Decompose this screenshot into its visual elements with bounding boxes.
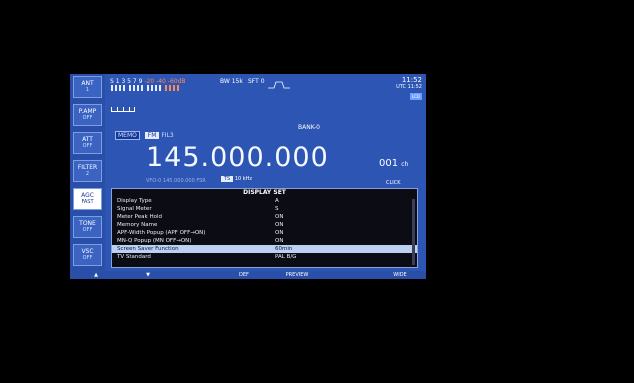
local-time: 11:52 bbox=[401, 76, 422, 84]
mode-indicator: FM bbox=[144, 132, 160, 139]
button-value: 2 bbox=[85, 171, 90, 177]
row-name: MN-Q Popup (MN OFF→ON) bbox=[117, 238, 192, 244]
sub-vfo-line: VFO-0 145.000.000 FSR bbox=[146, 178, 206, 184]
agc-button[interactable]: AGC FAST bbox=[73, 188, 102, 210]
button-value: OFF bbox=[82, 227, 93, 233]
radio-display: ANT 1 P.AMP OFF ATT OFF FILTER 2 AGC FAST TON… bbox=[70, 74, 426, 279]
filter-button[interactable]: FILTER 2 bbox=[73, 160, 102, 182]
preview-button[interactable]: PREVIEW bbox=[270, 271, 324, 279]
channel-number: 001 bbox=[379, 158, 399, 169]
button-label: AGC bbox=[81, 192, 94, 199]
s-meter-scale-red: -20 -40 -60dB bbox=[144, 78, 186, 85]
row-value: ON bbox=[275, 238, 284, 244]
down-arrow-icon[interactable]: ▼ bbox=[122, 271, 174, 279]
click-indicator: CLICK bbox=[386, 180, 401, 186]
menu-row-selected[interactable]: Screen Saver Function 60min bbox=[112, 245, 417, 253]
menu-row[interactable]: Memory Name ON bbox=[112, 221, 417, 229]
ts-value: 10 kHz bbox=[234, 176, 253, 182]
ant-button[interactable]: ANT 1 bbox=[73, 76, 102, 98]
up-arrow-icon[interactable]: ▲ bbox=[70, 271, 122, 279]
button-value: 1 bbox=[85, 87, 90, 93]
status-badge: LCD bbox=[409, 93, 422, 100]
row-value: ON bbox=[275, 214, 284, 220]
wide-button[interactable]: WIDE bbox=[374, 271, 426, 279]
row-name: TV Standard bbox=[117, 254, 151, 260]
menu-row[interactable]: Meter Peak Hold ON bbox=[112, 213, 417, 221]
button-value: OFF bbox=[82, 255, 93, 261]
button-label: TONE bbox=[79, 220, 96, 227]
menu-scrollbar[interactable] bbox=[412, 199, 415, 265]
bank-indicator: BANK-0 bbox=[298, 124, 320, 131]
row-value: 60min bbox=[275, 246, 293, 252]
memory-channel: 001 ch bbox=[379, 158, 408, 169]
row-name: Signal Meter bbox=[117, 206, 152, 212]
menu-title: DISPLAY SET bbox=[243, 189, 286, 196]
function-key-bar: ▲ ▼ DEF PREVIEW WIDE bbox=[70, 271, 426, 279]
bw-indicator: BW 15k bbox=[220, 78, 243, 85]
button-label: ATT bbox=[82, 136, 93, 143]
button-value: FAST bbox=[81, 199, 94, 205]
mode-line: MEMO FM FIL3 bbox=[115, 131, 174, 140]
button-label: P.AMP bbox=[78, 108, 97, 115]
memo-indicator: MEMO bbox=[115, 131, 140, 140]
display-set-menu: DISPLAY SET Display Type A Signal Meter S … bbox=[111, 188, 418, 268]
menu-row[interactable]: MN-Q Popup (MN OFF→ON) ON bbox=[112, 237, 417, 245]
row-value: A bbox=[275, 198, 279, 204]
menu-row[interactable]: Signal Meter S bbox=[112, 205, 417, 213]
menu-row[interactable]: APF-Width Popup (APF OFF→ON) ON bbox=[112, 229, 417, 237]
row-name: Screen Saver Function bbox=[117, 246, 179, 252]
row-name: APF-Width Popup (APF OFF→ON) bbox=[117, 230, 206, 236]
button-label: FILTER bbox=[77, 164, 98, 171]
frequency-readout: 145.000.000 bbox=[146, 142, 329, 173]
filter-indicator: FIL3 bbox=[161, 132, 174, 139]
button-label: VSC bbox=[81, 248, 94, 255]
def-button[interactable]: DEF bbox=[218, 271, 270, 279]
row-value: ON bbox=[275, 230, 284, 236]
tuning-step: TS 10 kHz bbox=[221, 176, 252, 182]
tone-button[interactable]: TONE OFF bbox=[73, 216, 102, 238]
s-meter-scale-white: S 1 3 5 7 9 bbox=[110, 78, 143, 85]
channel-unit: ch bbox=[401, 161, 409, 168]
row-name: Memory Name bbox=[117, 222, 158, 228]
vsc-button[interactable]: VSC OFF bbox=[73, 244, 102, 266]
preamp-button[interactable]: P.AMP OFF bbox=[73, 104, 102, 126]
meter-peak-scale bbox=[111, 105, 135, 112]
sft-indicator: SFT 0 bbox=[248, 78, 265, 85]
button-value: OFF bbox=[82, 143, 93, 149]
menu-row[interactable]: TV Standard PAL B/G bbox=[112, 253, 417, 261]
att-button[interactable]: ATT OFF bbox=[73, 132, 102, 154]
s-meter-bar bbox=[111, 85, 231, 91]
row-value: PAL B/G bbox=[275, 254, 297, 260]
ts-label: TS bbox=[221, 176, 234, 182]
clock: 11:52 UTC 11:52 LCD bbox=[396, 77, 422, 100]
utc-time: UTC 11:52 bbox=[396, 84, 422, 90]
button-label: ANT bbox=[81, 80, 94, 87]
row-value: ON bbox=[275, 222, 284, 228]
menu-row[interactable]: Display Type A bbox=[112, 197, 417, 205]
filter-shape-icon bbox=[268, 81, 290, 89]
row-value: S bbox=[275, 206, 279, 212]
row-name: Display Type bbox=[117, 198, 152, 204]
button-value: OFF bbox=[82, 115, 93, 121]
side-button-bar: ANT 1 P.AMP OFF ATT OFF FILTER 2 AGC FAST TON… bbox=[70, 74, 105, 279]
s-meter-scale: S 1 3 5 7 9 -20 -40 -60dB bbox=[110, 78, 186, 85]
row-name: Meter Peak Hold bbox=[117, 214, 163, 220]
